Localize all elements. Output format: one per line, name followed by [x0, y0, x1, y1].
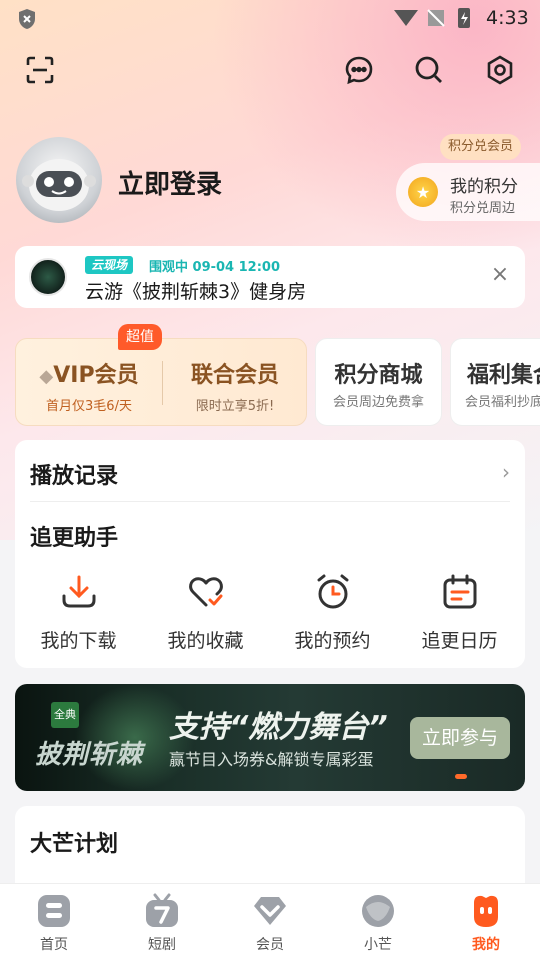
carousel-indicator [455, 774, 467, 779]
tab-label: 小芒 [364, 937, 392, 953]
follow-calendar-button[interactable]: 追更日历 [396, 572, 523, 652]
membership-cards: ◆VIP会员 首月仅3毛6/天 联合会员 限时立享5折! 超值 积分商城 会员周… [15, 324, 540, 426]
my-favorites-button[interactable]: 我的收藏 [142, 572, 269, 652]
live-status: 围观中 09-04 12:00 [149, 260, 281, 275]
shortcut-label: 我的收藏 [167, 630, 244, 652]
system-status-icons [394, 8, 470, 28]
welfare-subtitle: 会员福利抄底 [465, 395, 540, 410]
my-downloads-button[interactable]: 我的下载 [15, 572, 142, 652]
short-drama-icon [146, 893, 178, 927]
points-mall-card[interactable]: 积分商城 会员周边免费拿 [315, 338, 442, 426]
banner-title: 支持“燃力舞台” [169, 710, 388, 745]
close-icon[interactable]: × [489, 264, 511, 286]
scan-icon[interactable] [20, 50, 60, 90]
play-history-title: 播放记录 [30, 464, 119, 489]
shortcut-label: 我的下载 [40, 630, 117, 652]
live-avatar [29, 258, 67, 296]
top-toolbar [0, 50, 540, 90]
union-title: 联合会员 [190, 363, 279, 388]
chevron-right-icon: › [502, 460, 510, 484]
shield-icon [19, 9, 35, 29]
live-notice-card[interactable]: 云现场 围观中 09-04 12:00 云游《披荆斩棘3》健身房 × [15, 246, 525, 308]
message-icon[interactable] [339, 50, 379, 90]
settings-icon[interactable] [480, 50, 520, 90]
points-mall-title: 积分商城 [334, 363, 423, 388]
shortcut-label: 追更日历 [421, 630, 498, 652]
alarm-clock-icon [317, 574, 348, 609]
shortcut-label: 我的预约 [294, 630, 371, 652]
tab-label: 短剧 [148, 937, 176, 953]
live-tag: 云现场 [85, 256, 134, 274]
tab-label: 我的 [472, 937, 500, 953]
xiaomang-icon [362, 895, 394, 927]
tab-xiaomang[interactable]: 小芒 [324, 892, 432, 954]
tab-short-drama[interactable]: 短剧 [108, 892, 216, 954]
points-title: 我的积分 [450, 177, 518, 197]
tab-label: 会员 [256, 937, 284, 953]
vip-diamond-icon [254, 897, 286, 925]
home-icon [38, 895, 70, 927]
union-subtitle: 限时立享5折! [195, 399, 275, 414]
search-icon[interactable] [409, 50, 449, 90]
vip-subtitle: 首月仅3毛6/天 [46, 399, 132, 414]
promo-banner[interactable]: 全典 披荆斩棘 支持“燃力舞台” 赢节目入场券&解锁专属彩蛋 立即参与 [15, 684, 525, 791]
points-exchange-badge[interactable]: 积分兑会员 [440, 134, 522, 160]
status-time: 4:33 [486, 7, 529, 29]
download-icon [62, 575, 95, 608]
helper-title: 追更助手 [30, 526, 119, 551]
welfare-card[interactable]: 福利集合 会员福利抄底 [450, 338, 540, 426]
damang-plan-title: 大芒计划 [30, 832, 119, 857]
status-bar: 4:33 [0, 0, 540, 36]
join-now-button[interactable]: 立即参与 [410, 717, 510, 759]
points-mall-subtitle: 会员周边免费拿 [332, 395, 424, 410]
tools-panel: 播放记录 › 追更助手 我的下载 我的收藏 我的预约 追更日历 [15, 440, 525, 668]
star-coin-icon: ★ [408, 177, 438, 207]
vip-title: VIP会员 [53, 363, 139, 388]
tab-mine[interactable]: 我的 [432, 892, 540, 954]
banner-show-logo: 披荆斩棘 [35, 740, 144, 770]
diamond-icon: ◆ [39, 366, 54, 387]
login-link[interactable]: 立即登录 [118, 164, 222, 201]
my-points-card[interactable]: ★ 我的积分 积分兑周边 [396, 163, 540, 221]
union-membership-button[interactable]: 联合会员 限时立享5折! [162, 357, 308, 414]
points-subtitle: 积分兑周边 [450, 201, 516, 216]
my-reservations-button[interactable]: 我的预约 [269, 572, 396, 652]
tab-vip[interactable]: 会员 [216, 892, 324, 954]
vip-card: ◆VIP会员 首月仅3毛6/天 联合会员 限时立享5折! [15, 338, 307, 426]
tab-label: 首页 [40, 937, 68, 953]
bottom-tab-bar: 首页 短剧 会员 小芒 我的 [0, 883, 540, 960]
banner-tag: 全典 [51, 702, 79, 728]
mine-icon [474, 895, 498, 927]
vip-membership-button[interactable]: ◆VIP会员 首月仅3毛6/天 [16, 357, 162, 414]
avatar[interactable] [16, 137, 102, 223]
header-background-glow [210, 0, 540, 260]
heart-check-icon [188, 577, 223, 607]
play-history-row[interactable]: 播放记录 › [30, 440, 510, 502]
live-title: 云游《披荆斩棘3》健身房 [85, 281, 307, 303]
calendar-icon [443, 574, 476, 609]
banner-subtitle: 赢节目入场券&解锁专属彩蛋 [169, 750, 374, 769]
value-badge: 超值 [118, 324, 162, 350]
tab-home[interactable]: 首页 [0, 892, 108, 954]
welfare-title: 福利集合 [467, 363, 540, 388]
robot-avatar-icon [22, 159, 96, 211]
